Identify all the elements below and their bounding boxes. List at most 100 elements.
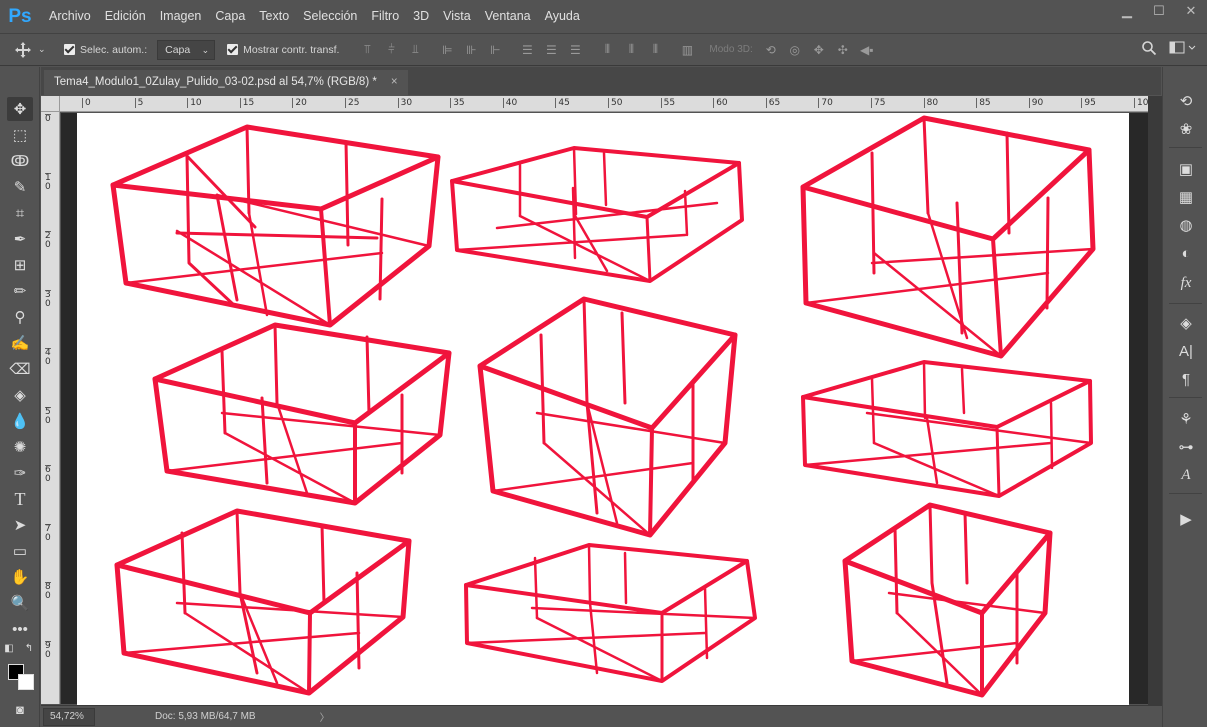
ruler-tick-label: 45 <box>555 98 570 108</box>
brushes-panel-icon[interactable]: ⚘ <box>1175 409 1197 429</box>
swatches-panel-icon[interactable]: ▦ <box>1175 187 1197 207</box>
dodge-tool-icon[interactable]: ✺ <box>7 435 33 459</box>
menu-item-seleccion[interactable]: Selección <box>296 0 364 33</box>
path-selection-tool-icon[interactable]: ➤ <box>7 513 33 537</box>
align-left-icon[interactable]: ⊫ <box>435 40 459 60</box>
ruler-origin[interactable] <box>41 96 60 112</box>
ruler-tick-label: 0 <box>82 98 91 108</box>
crop-tool-icon[interactable]: ⌗ <box>7 201 33 225</box>
brush-settings-panel-icon[interactable]: ⊶ <box>1175 437 1197 457</box>
menu-item-3d[interactable]: 3D <box>406 0 436 33</box>
auto-align-icon[interactable]: ▥ <box>675 40 699 60</box>
auto-select-checkbox[interactable] <box>64 44 75 55</box>
quick-selection-tool-icon[interactable]: ✎ <box>7 175 33 199</box>
hand-tool-icon[interactable]: ✋ <box>7 565 33 589</box>
move-tool-icon[interactable]: ✥ <box>7 97 33 121</box>
pen-tool-icon[interactable]: ✑ <box>7 461 33 485</box>
paragraph-panel-icon[interactable]: ¶ <box>1175 369 1197 389</box>
ruler-tick-label: 35 <box>450 98 465 108</box>
close-tab-icon[interactable]: × <box>391 70 398 95</box>
distribute-hcenter-icon[interactable]: ⦀ <box>619 40 643 60</box>
eraser-tool-icon[interactable]: ⌫ <box>7 357 33 381</box>
align-top-icon[interactable]: ⫪ <box>355 40 379 60</box>
show-transform-checkbox[interactable] <box>227 44 239 55</box>
rectangle-tool-icon[interactable]: ▭ <box>7 539 33 563</box>
slide-3d-icon[interactable]: ✣ <box>831 40 855 60</box>
close-button[interactable]: ✕ <box>1175 0 1207 22</box>
move-tool-icon <box>15 41 31 58</box>
menu-bar: Ps Archivo Edición Imagen Capa Texto Selecció… <box>0 0 1207 33</box>
healing-brush-tool-icon[interactable]: ⊞ <box>7 253 33 277</box>
brush-tool-icon[interactable]: ✏ <box>7 279 33 303</box>
tool-preset-picker[interactable]: ⌄ <box>14 41 64 59</box>
menu-item-vista[interactable]: Vista <box>436 0 478 33</box>
distribute-bottom-icon[interactable]: ☰ <box>563 40 587 60</box>
distribute-vcenter-icon[interactable]: ☰ <box>539 40 563 60</box>
paint-bucket-tool-icon[interactable]: ◈ <box>7 383 33 407</box>
swap-colors-icon[interactable]: ↰ <box>22 641 36 655</box>
pan-3d-icon[interactable]: ✥ <box>807 40 831 60</box>
menu-item-texto[interactable]: Texto <box>252 0 296 33</box>
auto-select-dropdown[interactable]: Capa ⌄ <box>157 39 216 60</box>
ruler-tick-label: 0 <box>45 114 51 124</box>
type-tool-icon[interactable]: T <box>7 487 33 511</box>
marquee-tool-icon[interactable]: ⬚ <box>7 123 33 147</box>
canvas-scrollbar[interactable] <box>1148 96 1162 706</box>
distribute-left-icon[interactable]: ⦀ <box>595 40 619 60</box>
status-bar: 54,72% Doc: 5,93 MB/64,7 MB 〉 <box>41 705 1161 727</box>
adjustments-panel-icon[interactable]: ◐ <box>1175 243 1197 263</box>
ruler-tick-label: 40 <box>502 98 517 108</box>
lasso-tool-icon[interactable]: ↂ <box>7 149 33 173</box>
fx-panel-icon[interactable]: fx <box>1175 273 1197 293</box>
history-brush-tool-icon[interactable]: ✍ <box>7 331 33 355</box>
layers-panel-icon[interactable]: ◈ <box>1175 313 1197 333</box>
menu-item-edicion[interactable]: Edición <box>98 0 153 33</box>
ruler-tick-label: 2 0 <box>45 231 51 250</box>
eyedropper-tool-icon[interactable]: ✒ <box>7 227 33 251</box>
zoom-tool-icon[interactable]: 🔍 <box>7 591 33 615</box>
color-panel-icon[interactable]: ❀ <box>1175 119 1197 139</box>
vertical-ruler[interactable]: 0 1 0 2 0 3 0 4 0 5 0 6 0 7 0 8 0 9 0 <box>41 112 60 704</box>
workspace-switcher-icon[interactable] <box>1169 41 1197 55</box>
document-canvas[interactable] <box>77 113 1129 705</box>
distribute-right-icon[interactable]: ⦀ <box>643 40 667 60</box>
align-hcenter-icon[interactable]: ⊪ <box>459 40 483 60</box>
clone-stamp-tool-icon[interactable]: ⚲ <box>7 305 33 329</box>
more-tools-icon[interactable]: ••• <box>7 617 33 641</box>
box-sketch-3 <box>800 115 1096 359</box>
photoshop-logo[interactable]: Ps <box>6 4 34 30</box>
document-tab[interactable]: Tema4_Modulo1_0Zulay_Pulido_03-02.psd al… <box>44 70 408 95</box>
background-color-swatch[interactable] <box>18 674 34 690</box>
libraries-panel-icon[interactable]: ▣ <box>1175 159 1197 179</box>
options-bar: ⌄ Selec. autom.: Capa ⌄ Mostrar contr. t… <box>0 33 1207 66</box>
search-icon[interactable] <box>1141 40 1157 56</box>
menu-item-capa[interactable]: Capa <box>208 0 252 33</box>
roll-3d-icon[interactable]: ◎ <box>783 40 807 60</box>
character-panel-icon[interactable]: A| <box>1175 341 1197 361</box>
scale-3d-icon[interactable]: ◀▪ <box>855 40 879 60</box>
restore-button[interactable]: ☐ <box>1143 0 1175 22</box>
default-colors-icon[interactable]: ◧ <box>2 641 16 655</box>
actions-panel-icon[interactable]: ▶ <box>1175 509 1197 529</box>
glyphs-panel-icon[interactable]: A <box>1175 465 1197 485</box>
align-bottom-icon[interactable]: ⫫ <box>403 40 427 60</box>
horizontal-ruler[interactable]: 0 5 10 15 20 25 30 35 40 45 50 55 60 65 70 75 80 85 90 95 10… <box>60 96 1148 112</box>
ruler-tick-label: 100 <box>1134 98 1148 108</box>
history-panel-icon[interactable]: ⟲ <box>1175 91 1197 111</box>
menu-item-filtro[interactable]: Filtro <box>364 0 406 33</box>
menu-item-archivo[interactable]: Archivo <box>42 0 98 33</box>
quick-mask-icon[interactable]: ◙ <box>7 697 33 721</box>
menu-item-ventana[interactable]: Ventana <box>478 0 538 33</box>
minimize-button[interactable]: ▁ <box>1111 0 1143 22</box>
blur-tool-icon[interactable]: 💧 <box>7 409 33 433</box>
orbit-3d-icon[interactable]: ⟲ <box>759 40 783 60</box>
menu-item-imagen[interactable]: Imagen <box>153 0 209 33</box>
styles-panel-icon[interactable]: ◍ <box>1175 215 1197 235</box>
zoom-level-field[interactable]: 54,72% <box>43 707 95 726</box>
status-menu-arrow[interactable]: 〉 <box>320 709 330 724</box>
auto-select-value: Capa <box>165 43 191 56</box>
align-right-icon[interactable]: ⊩ <box>483 40 507 60</box>
distribute-top-icon[interactable]: ☰ <box>515 40 539 60</box>
menu-item-ayuda[interactable]: Ayuda <box>538 0 587 33</box>
align-vcenter-icon[interactable]: ⫩ <box>379 40 403 60</box>
